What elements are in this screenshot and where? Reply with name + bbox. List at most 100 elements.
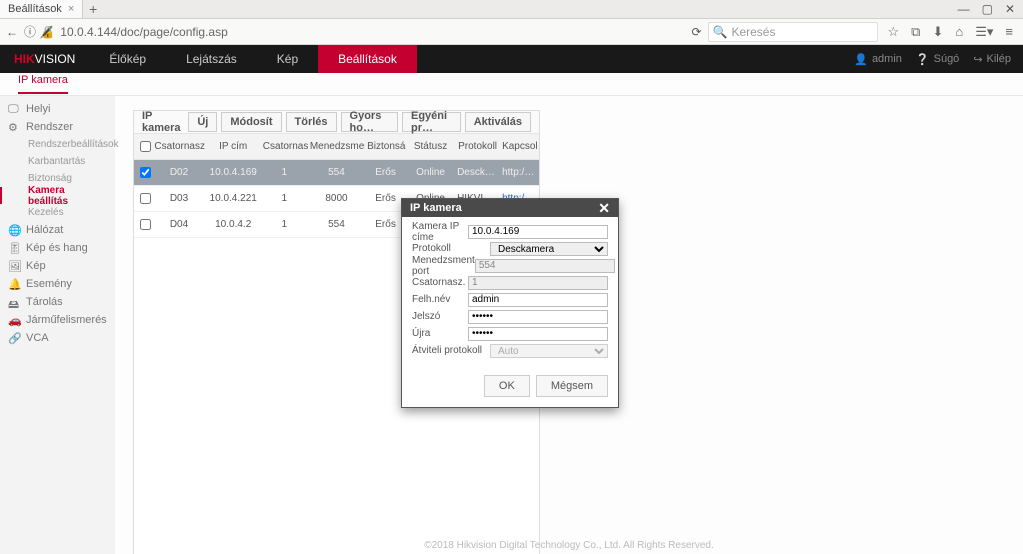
toolbar-Aktiválás[interactable]: Aktiválás bbox=[465, 112, 531, 132]
back-icon[interactable]: ← bbox=[6, 25, 18, 39]
modal-title: IP kamera bbox=[410, 202, 462, 214]
bell-icon: 🔔 bbox=[8, 278, 20, 290]
row-checkbox[interactable] bbox=[140, 193, 151, 204]
maximize-icon[interactable]: ▢ bbox=[982, 2, 993, 16]
user-label: Felh.név bbox=[412, 294, 468, 305]
sidebar-sub-Rendszerbeállítások[interactable]: Rendszerbeállítások bbox=[0, 136, 115, 153]
sidebar-sub-Kezelés[interactable]: Kezelés bbox=[0, 204, 115, 221]
library-icon[interactable]: ☰▾ bbox=[975, 24, 993, 40]
modal-header: IP kamera ✕ bbox=[402, 199, 618, 217]
proto-label: Protokoll bbox=[412, 243, 490, 254]
row-checkbox[interactable] bbox=[140, 219, 151, 230]
help-button[interactable]: ❔ Súgó bbox=[916, 53, 959, 66]
port-input bbox=[475, 259, 615, 273]
user-nav: 👤 admin ❔ Súgó ↪ Kilép bbox=[842, 53, 1023, 66]
gear-icon: ⚙ bbox=[8, 121, 20, 133]
search-box[interactable]: 🔍 Keresés bbox=[708, 22, 878, 42]
port-label: Menedzsment port bbox=[412, 255, 475, 277]
minimize-icon[interactable]: — bbox=[958, 2, 970, 16]
row-checkbox[interactable] bbox=[140, 167, 151, 178]
sidebar-item-Hálózat[interactable]: 🌐Hálózat bbox=[0, 221, 115, 239]
app-header: HIKVISION ÉlőképLejátszásKépBeállítások … bbox=[0, 45, 1023, 73]
copyright-footer: ©2018 Hikvision Digital Technology Co., … bbox=[115, 540, 1023, 551]
panel-title: IP kamera bbox=[142, 110, 188, 134]
close-icon[interactable]: ✕ bbox=[598, 201, 610, 215]
car-icon: 🚗 bbox=[8, 314, 20, 326]
proto-select[interactable]: Desckamera bbox=[490, 242, 608, 256]
cancel-button[interactable]: Mégsem bbox=[536, 375, 608, 397]
pass-input[interactable] bbox=[468, 310, 608, 324]
nav-élőkép[interactable]: Élőkép bbox=[89, 45, 166, 73]
sidebar-item-Tárolás[interactable]: 🖴Tárolás bbox=[0, 293, 115, 311]
reload-icon[interactable]: ⟳ bbox=[691, 25, 701, 39]
toolbar-Módosít[interactable]: Módosít bbox=[221, 112, 281, 132]
toolbar-Gyors ho…[interactable]: Gyors ho… bbox=[341, 112, 398, 132]
sidebar-item-Kép és hang[interactable]: 🎚Kép és hang bbox=[0, 239, 115, 257]
hdd-icon: 🖴 bbox=[8, 296, 20, 308]
sidebar-item-Helyi[interactable]: 🖵Helyi bbox=[0, 100, 115, 118]
new-tab-button[interactable]: + bbox=[83, 0, 103, 18]
link-icon: 🔗 bbox=[8, 332, 20, 344]
sidebar-item-Kép[interactable]: 🖼Kép bbox=[0, 257, 115, 275]
globe-icon: 🌐 bbox=[8, 224, 20, 236]
monitor-icon: 🖵 bbox=[8, 103, 20, 115]
top-nav: ÉlőképLejátszásKépBeállítások bbox=[89, 45, 416, 73]
search-icon: 🔍 bbox=[713, 25, 728, 39]
chan-input bbox=[468, 276, 608, 290]
toolbar-Törlés[interactable]: Törlés bbox=[286, 112, 337, 132]
pocket-icon[interactable]: ⧉ bbox=[911, 24, 920, 40]
col-header[interactable]: Státusz bbox=[406, 134, 455, 160]
tproto-label: Átviteli protokoll bbox=[412, 345, 490, 356]
again-label: Újra bbox=[412, 328, 468, 339]
star-icon[interactable]: ☆ bbox=[888, 24, 900, 40]
sidebar-sub-Karbantartás[interactable]: Karbantartás bbox=[0, 153, 115, 170]
breadcrumb-item[interactable]: IP kamera bbox=[18, 74, 68, 94]
menu-icon[interactable]: ≡ bbox=[1005, 24, 1013, 40]
tproto-select: Auto bbox=[490, 344, 608, 358]
app-logo: HIKVISION bbox=[0, 52, 89, 66]
col-header[interactable]: Csatornasz… bbox=[152, 134, 205, 160]
chan-label: Csatornasz. bbox=[412, 277, 468, 288]
home-icon[interactable]: ⌂ bbox=[955, 24, 963, 40]
sidebar-sub-Kamera beállítás[interactable]: Kamera beállítás bbox=[0, 187, 115, 204]
nav-lejátszás[interactable]: Lejátszás bbox=[166, 45, 257, 73]
identity-icon[interactable]: ⓘ 🔏 bbox=[24, 23, 54, 40]
col-header[interactable]: IP cím bbox=[206, 134, 261, 160]
nav-beállítások[interactable]: Beállítások bbox=[318, 45, 417, 73]
ok-button[interactable]: OK bbox=[484, 375, 530, 397]
sliders-icon: 🎚 bbox=[8, 242, 20, 254]
select-all-checkbox[interactable] bbox=[140, 141, 151, 152]
col-header[interactable]: Kapcsol… bbox=[500, 134, 539, 160]
ip-camera-modal: IP kamera ✕ Kamera IP címe ProtokollDesc… bbox=[401, 198, 619, 408]
col-header[interactable]: Csatornasz… bbox=[261, 134, 308, 160]
browser-tab[interactable]: Beállítások × bbox=[0, 0, 83, 18]
close-tab-icon[interactable]: × bbox=[68, 3, 74, 15]
logout-button[interactable]: ↪ Kilép bbox=[973, 53, 1011, 66]
toolbar-Egyéni pr…[interactable]: Egyéni pr… bbox=[402, 112, 461, 132]
sidebar-item-Esemény[interactable]: 🔔Esemény bbox=[0, 275, 115, 293]
ip-input[interactable] bbox=[468, 225, 608, 239]
nav-kép[interactable]: Kép bbox=[257, 45, 318, 73]
tab-title: Beállítások bbox=[8, 3, 62, 15]
url-text[interactable]: 10.0.4.144/doc/page/config.asp bbox=[60, 25, 227, 39]
col-header[interactable]: Biztonság bbox=[365, 134, 406, 160]
panel-toolbar: IP kamera ÚjMódosítTörlésGyors ho…Egyéni… bbox=[134, 111, 539, 134]
sidebar-item-VCA[interactable]: 🔗VCA bbox=[0, 329, 115, 347]
breadcrumb: IP kamera bbox=[0, 73, 1023, 96]
sidebar: 🖵Helyi⚙RendszerRendszerbeállításokKarban… bbox=[0, 96, 115, 554]
image-icon: 🖼 bbox=[8, 260, 20, 272]
browser-tabstrip: Beállítások × + — ▢ ✕ bbox=[0, 0, 1023, 19]
download-icon[interactable]: ⬇ bbox=[932, 24, 943, 40]
table-row[interactable]: D0210.0.4.1691554ErősOnlineDesckamerahtt… bbox=[134, 160, 539, 186]
col-header[interactable]: Menedzsment p… bbox=[308, 134, 365, 160]
close-window-icon[interactable]: ✕ bbox=[1005, 2, 1015, 16]
user-button[interactable]: 👤 admin bbox=[854, 53, 902, 66]
sidebar-item-Járműfelismerés[interactable]: 🚗Járműfelismerés bbox=[0, 311, 115, 329]
toolbar-Új[interactable]: Új bbox=[188, 112, 217, 132]
again-input[interactable] bbox=[468, 327, 608, 341]
col-header[interactable] bbox=[134, 134, 152, 160]
col-header[interactable]: Protokoll bbox=[455, 134, 500, 160]
pass-label: Jelszó bbox=[412, 311, 468, 322]
user-input[interactable] bbox=[468, 293, 608, 307]
sidebar-item-Rendszer[interactable]: ⚙Rendszer bbox=[0, 118, 115, 136]
